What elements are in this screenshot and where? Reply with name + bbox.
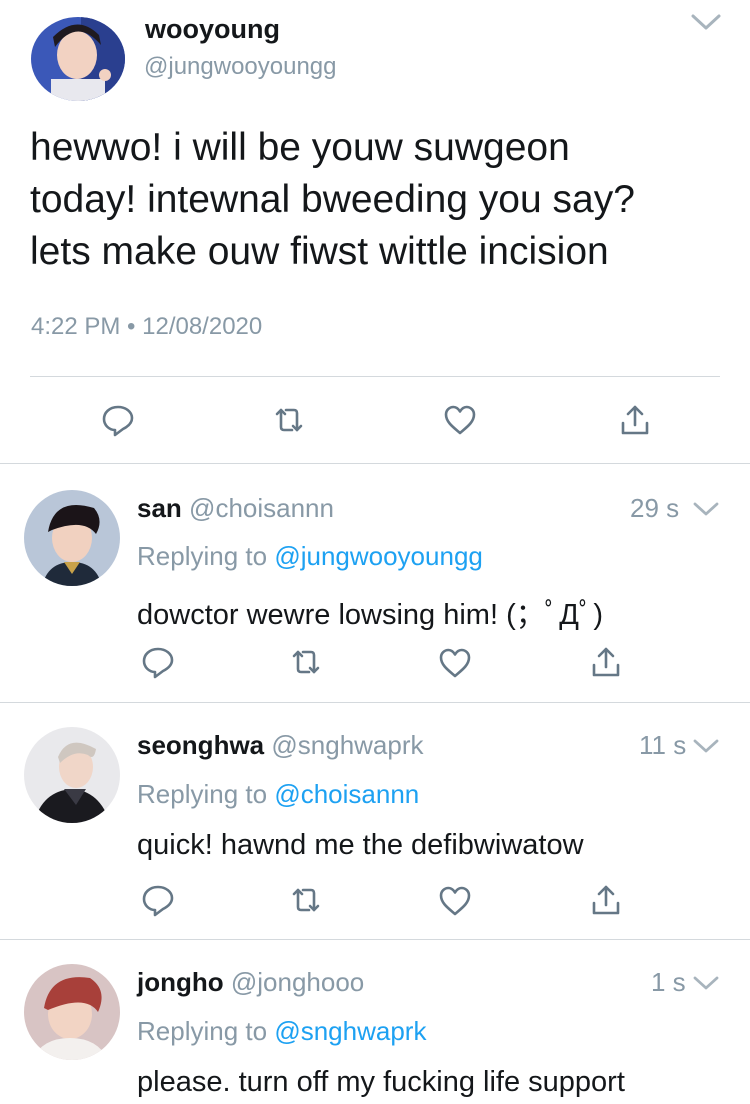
like-icon[interactable] xyxy=(443,404,477,436)
reply-time: 11 s xyxy=(639,730,687,760)
reply-header: jongho @jonghooo xyxy=(137,967,364,998)
main-handle[interactable]: @jungwooyoungg xyxy=(144,53,337,81)
chevron-down-icon[interactable] xyxy=(692,737,720,755)
replying-to-label: Replying to xyxy=(137,1016,268,1046)
main-tweet-text: hewwo! i will be youw suwgeon today! int… xyxy=(30,122,730,278)
reply-text: quick! hawnd me the defibwiwatow xyxy=(137,829,584,861)
reply-display-name[interactable]: jongho xyxy=(137,967,224,997)
avatar-san[interactable] xyxy=(24,490,120,586)
main-timestamp[interactable]: 4:22 PM • 12/08/2020 xyxy=(31,313,262,341)
retweet-icon[interactable] xyxy=(272,403,306,437)
tweet-text-line: today! intewnal bweeding you say? xyxy=(30,178,635,221)
replying-to-line: Replying to @snghwaprk xyxy=(137,1016,426,1047)
reply-icon[interactable] xyxy=(101,403,135,437)
chevron-down-icon[interactable] xyxy=(692,500,720,518)
reply-display-name[interactable]: seonghwa xyxy=(137,730,264,760)
reply-time: 29 s xyxy=(630,493,680,523)
divider xyxy=(0,463,750,464)
reply-display-name[interactable]: san xyxy=(137,493,182,523)
like-icon[interactable] xyxy=(438,885,472,917)
main-display-name[interactable]: wooyoung xyxy=(145,14,280,45)
reply-icon[interactable] xyxy=(141,645,175,679)
chevron-down-icon[interactable] xyxy=(690,12,722,32)
retweet-icon[interactable] xyxy=(289,645,323,679)
avatar-jongho[interactable] xyxy=(24,964,120,1060)
share-icon[interactable] xyxy=(590,645,622,679)
reply-handle[interactable]: @choisannn xyxy=(189,493,334,523)
reply-icon[interactable] xyxy=(141,883,175,917)
tweet-text-line: hewwo! i will be youw suwgeon xyxy=(30,126,570,169)
share-icon[interactable] xyxy=(590,883,622,917)
divider xyxy=(0,939,750,940)
reply-header: san @choisannn xyxy=(137,493,334,524)
reply-text: please. turn off my fucking life support xyxy=(137,1066,625,1098)
tweet-text-line: lets make ouw fiwst wittle incision xyxy=(30,230,609,273)
replying-to-link[interactable]: @snghwaprk xyxy=(274,1016,426,1046)
replying-to-label: Replying to xyxy=(137,779,268,809)
divider xyxy=(30,376,720,377)
like-icon[interactable] xyxy=(438,647,472,679)
avatar-seonghwa[interactable] xyxy=(24,727,120,823)
chevron-down-icon[interactable] xyxy=(692,974,720,992)
reply-handle[interactable]: @snghwaprk xyxy=(271,730,423,760)
reply-header: seonghwa @snghwaprk xyxy=(137,730,424,761)
avatar-wooyoung[interactable] xyxy=(31,17,125,101)
retweet-icon[interactable] xyxy=(289,883,323,917)
reply-handle[interactable]: @jonghooo xyxy=(231,967,364,997)
replying-to-line: Replying to @jungwooyoungg xyxy=(137,541,483,572)
divider xyxy=(0,702,750,703)
reply-time: 1 s xyxy=(651,967,686,997)
replying-to-link[interactable]: @choisannn xyxy=(274,779,419,809)
reply-text: dowctor wewre lowsing him! (；ﾟДﾟ) xyxy=(137,599,604,631)
replying-to-link[interactable]: @jungwooyoungg xyxy=(274,541,483,571)
replying-to-label: Replying to xyxy=(137,541,268,571)
share-icon[interactable] xyxy=(619,403,651,437)
replying-to-line: Replying to @choisannn xyxy=(137,779,419,810)
